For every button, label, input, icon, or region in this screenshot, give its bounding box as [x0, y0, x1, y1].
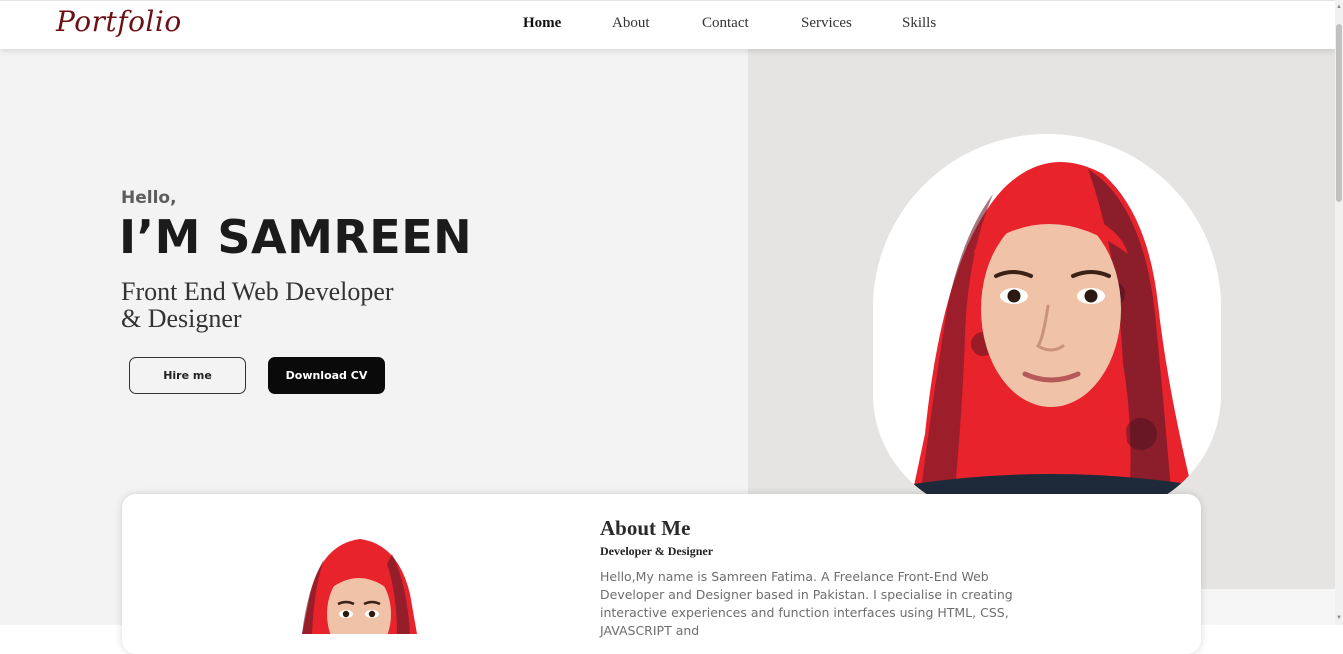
nav-link-services[interactable]: Services — [801, 15, 852, 32]
hero-role-line2: & Designer — [121, 304, 242, 333]
about-text: Hello,My name is Samreen Fatima. A Freel… — [600, 569, 1013, 638]
navbar: Portfolio Home About Contact Services Sk… — [0, 0, 1335, 49]
nav-link-home[interactable]: Home — [523, 15, 561, 32]
about-photo-illustration — [302, 534, 417, 634]
about-photo — [302, 534, 417, 634]
hero-role-line1: Front End Web Developer — [121, 277, 394, 306]
scroll-up-icon[interactable]: ▲ — [1335, 2, 1343, 12]
hero-greeting: Hello, — [121, 188, 177, 208]
scrollbar-thumb[interactable] — [1336, 24, 1342, 202]
download-cv-button[interactable]: Download CV — [268, 357, 385, 394]
nav-link-contact[interactable]: Contact — [702, 15, 749, 32]
hero-role: Front End Web Developer & Designer — [121, 278, 441, 332]
hero-name: I’M SAMREEN — [119, 210, 473, 264]
profile-photo-illustration — [873, 134, 1221, 514]
page-scrollbar[interactable]: ▲ ▼ — [1335, 0, 1343, 625]
nav-link-about[interactable]: About — [612, 15, 650, 32]
profile-photo — [873, 134, 1221, 514]
nav-link-skills[interactable]: Skills — [902, 15, 936, 32]
about-title: About Me — [600, 516, 691, 540]
about-card: About Me Developer & Designer Hello,My n… — [122, 494, 1201, 654]
nav-links: Home About Contact Services Skills — [0, 1, 1335, 49]
hire-me-button[interactable]: Hire me — [129, 357, 246, 394]
about-subtitle: Developer & Designer — [600, 544, 714, 558]
scroll-down-icon[interactable]: ▼ — [1335, 613, 1343, 623]
